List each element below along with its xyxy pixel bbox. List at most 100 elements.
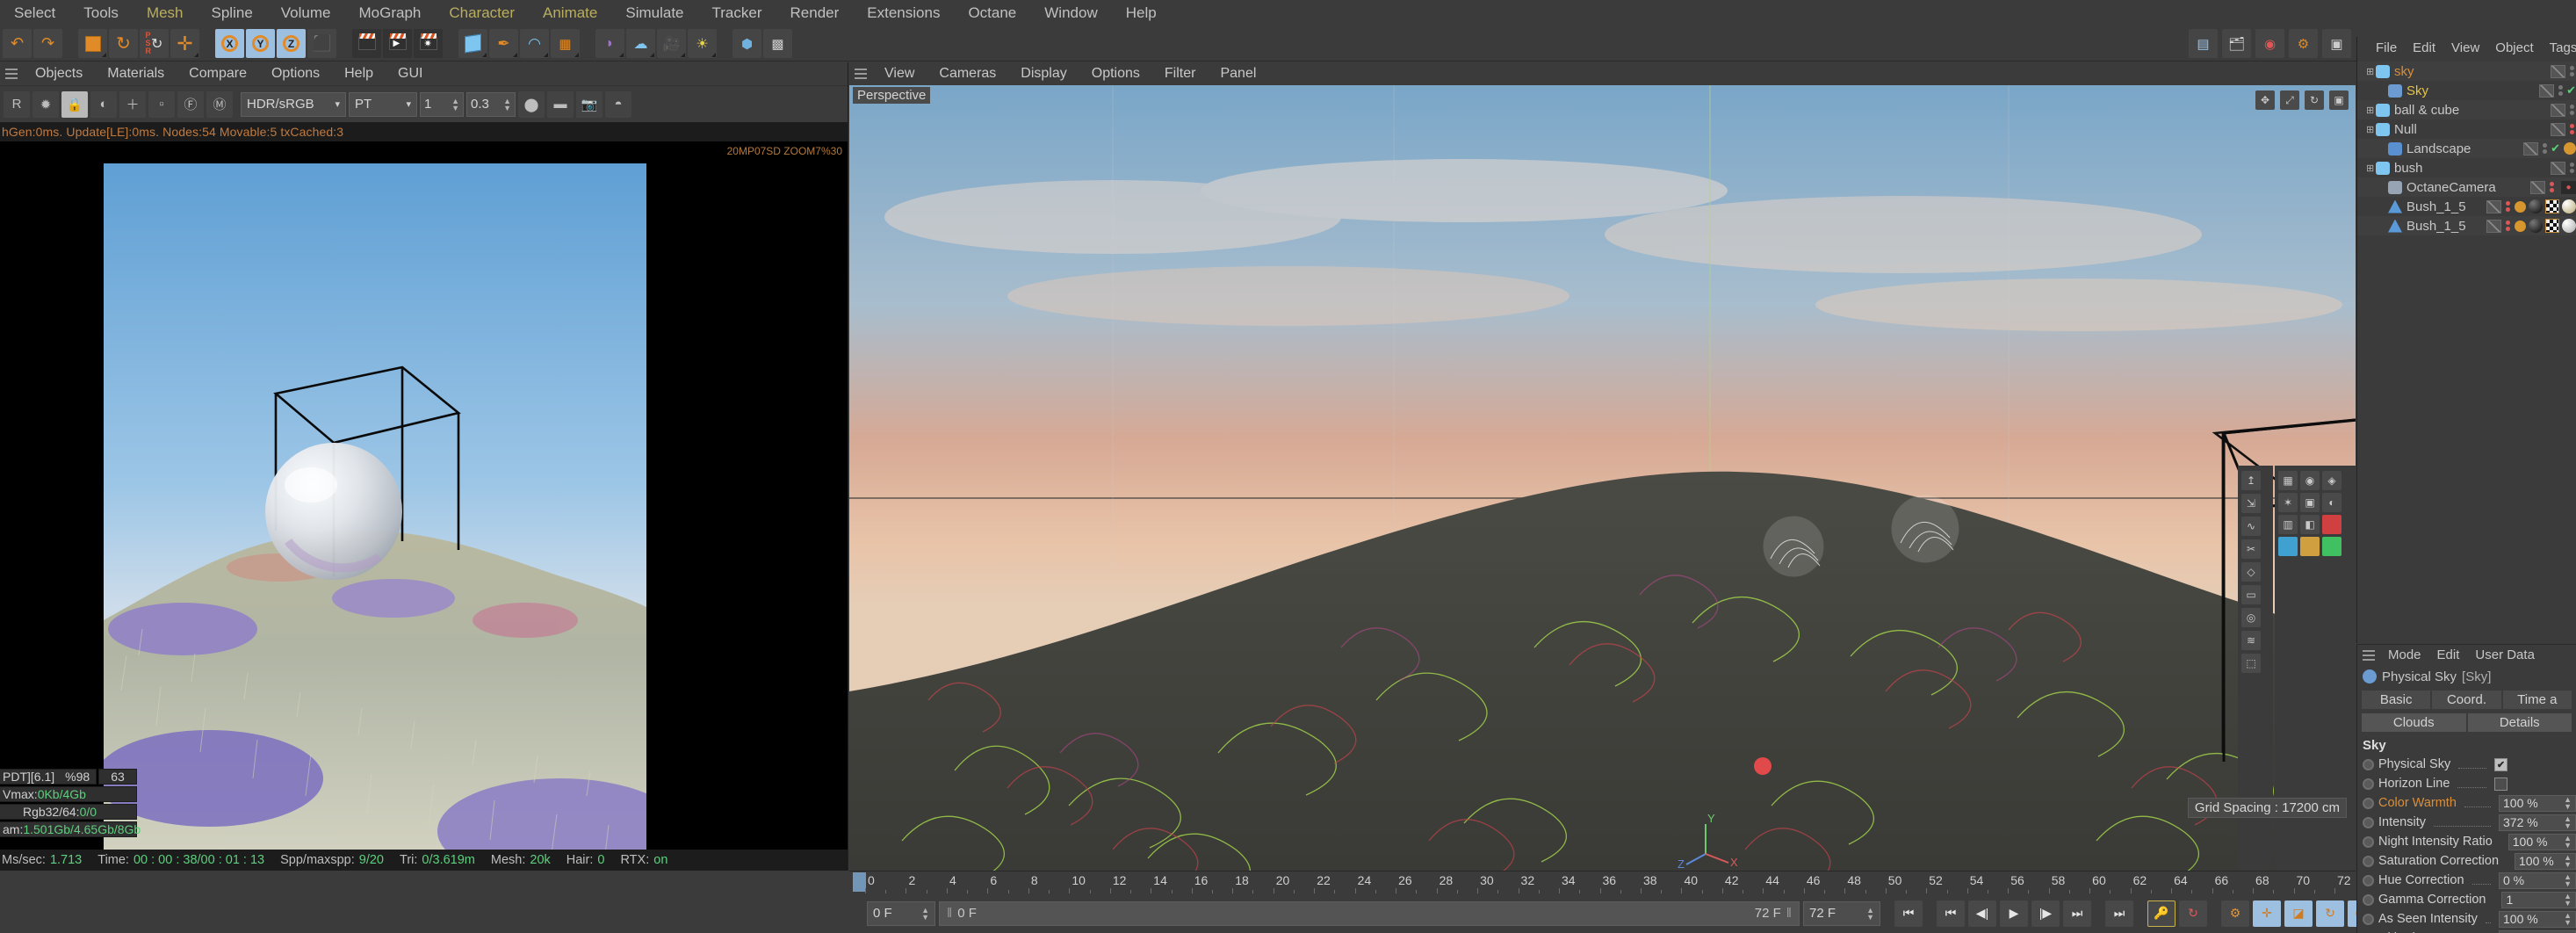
pv-menu-objects[interactable]: Objects: [23, 62, 95, 85]
tool-select-icon[interactable]: ⬚: [2241, 654, 2261, 673]
pv-menu-compare[interactable]: Compare: [177, 62, 259, 85]
visibility-dot[interactable]: [2506, 207, 2510, 212]
stepper-icon[interactable]: ▲▼: [2564, 912, 2572, 927]
tag-icon[interactable]: [2515, 200, 2526, 213]
property-value-field[interactable]: 100 % ▲ ▼: [2515, 852, 2576, 870]
visibility-dots[interactable]: [2557, 85, 2565, 96]
add-cube-icon[interactable]: [458, 29, 487, 58]
expand-toggle-icon[interactable]: ⊞: [2366, 66, 2376, 77]
visibility-dots[interactable]: [2568, 124, 2576, 134]
visibility-dot[interactable]: [2558, 85, 2564, 90]
stepper-icon[interactable]: ▲▼: [2564, 893, 2572, 908]
am-menu-edit[interactable]: Edit: [2429, 645, 2468, 666]
focus-pin-icon[interactable]: Ⓕ: [177, 90, 204, 118]
tool-flatten-icon[interactable]: ▭: [2241, 585, 2261, 604]
menu-item-octane[interactable]: Octane: [954, 0, 1030, 26]
visibility-dots[interactable]: [2548, 182, 2556, 192]
texture-checker-icon[interactable]: [2545, 199, 2559, 213]
property-radio[interactable]: [2363, 797, 2374, 809]
environment-icon[interactable]: ☁: [626, 29, 655, 58]
move-tool-icon[interactable]: ✛: [170, 29, 199, 58]
axis-z-icon[interactable]: Z: [277, 29, 306, 58]
visibility-dot[interactable]: [2570, 72, 2574, 76]
stepper-icon[interactable]: ▲▼: [2564, 835, 2572, 850]
key-rotation-button[interactable]: ↻: [2316, 900, 2344, 927]
menu-item-tracker[interactable]: Tracker: [698, 0, 776, 26]
egg-preview-icon[interactable]: ◓: [605, 90, 631, 118]
viewport-menu-view[interactable]: View: [872, 62, 927, 85]
om-menu-file[interactable]: File: [2368, 37, 2405, 60]
pv-menu-gui[interactable]: GUI: [386, 62, 435, 85]
material-ball-icon[interactable]: [2529, 219, 2543, 233]
property-value-field[interactable]: 100 % ▲ ▼: [2507, 833, 2576, 850]
attribute-tab-details[interactable]: Details: [2466, 712, 2572, 733]
visibility-dot[interactable]: [2570, 111, 2574, 115]
camera-preview-icon[interactable]: 📷: [576, 90, 603, 118]
palette-icon-5[interactable]: ▣: [2300, 493, 2320, 512]
layer-swatch-icon[interactable]: [2551, 103, 2565, 117]
redo-icon[interactable]: ↷: [33, 29, 62, 58]
property-radio[interactable]: [2363, 893, 2374, 906]
tool-knife-icon[interactable]: ✂: [2241, 539, 2261, 559]
tag-icon[interactable]: [2564, 142, 2576, 155]
keyframe-settings-button[interactable]: ⚙: [2221, 900, 2249, 927]
visibility-dot[interactable]: [2506, 221, 2510, 225]
end-frame-field[interactable]: 72 F ▲ ▼: [1803, 900, 1880, 926]
pv-menu-options[interactable]: Options: [259, 62, 332, 85]
live-selection-icon[interactable]: [78, 29, 107, 58]
timeline-playhead[interactable]: [853, 872, 866, 892]
stepper-icon[interactable]: ▲▼: [2564, 815, 2572, 830]
am-menu-mode[interactable]: Mode: [2380, 645, 2429, 666]
stepper-icon[interactable]: ▲▼: [2564, 854, 2572, 869]
rotate-icon[interactable]: ↻: [2305, 90, 2324, 110]
menu-item-simulate[interactable]: Simulate: [611, 0, 697, 26]
layer-swatch-icon[interactable]: [2486, 219, 2501, 233]
visibility-dot[interactable]: [2550, 188, 2554, 192]
om-menu-view[interactable]: View: [2443, 37, 2487, 60]
palette-icon-7[interactable]: ▥: [2278, 515, 2298, 534]
palette-icon-2[interactable]: ◉: [2300, 471, 2320, 490]
camera-icon[interactable]: 🎥: [657, 29, 686, 58]
nurbs-icon[interactable]: ◠: [520, 29, 549, 58]
object-row[interactable]: Bush_1_5: [2357, 197, 2576, 216]
attribute-tab-basic[interactable]: Basic: [2361, 690, 2432, 710]
menu-item-mograph[interactable]: MoGraph: [344, 0, 435, 26]
visibility-dots[interactable]: [2568, 105, 2576, 115]
gamma-field[interactable]: 0.3 ▲ ▼: [466, 91, 516, 117]
material-ball-icon-2[interactable]: [2562, 199, 2576, 213]
property-radio[interactable]: [2363, 874, 2374, 886]
menu-item-animate[interactable]: Animate: [529, 0, 611, 26]
octane-camera-tag-icon[interactable]: ●: [2561, 180, 2576, 194]
panel-menu-icon[interactable]: [849, 62, 872, 85]
tool-pinch-icon[interactable]: ◇: [2241, 562, 2261, 582]
menu-item-character[interactable]: Character: [435, 0, 529, 26]
menu-item-volume[interactable]: Volume: [267, 0, 345, 26]
render-settings-icon[interactable]: ✷: [414, 29, 443, 58]
render-canvas[interactable]: 20MP07SD ZOOM7%30 PDT][6.1] %98 63 Vmax:…: [0, 141, 848, 850]
tool-inflate-icon[interactable]: ◎: [2241, 608, 2261, 627]
array-icon[interactable]: ▦: [551, 29, 580, 58]
visibility-dots[interactable]: [2541, 143, 2549, 154]
expand-toggle-icon[interactable]: ⊞: [2366, 105, 2376, 116]
current-frame-field[interactable]: 0 F ▲ ▼: [867, 900, 935, 926]
content-browser-icon[interactable]: 🗂: [2222, 29, 2251, 58]
object-row[interactable]: Bush_1_5: [2357, 216, 2576, 235]
tool-pull-icon[interactable]: ↥: [2241, 471, 2261, 490]
object-row[interactable]: ⊞ bush: [2357, 158, 2576, 177]
layer-swatch-icon[interactable]: [2539, 83, 2555, 98]
layer-swatch-icon[interactable]: [2486, 199, 2501, 213]
panel-menu-icon[interactable]: [0, 62, 23, 85]
panel-menu-icon[interactable]: [2357, 645, 2380, 666]
om-menu-edit[interactable]: Edit: [2405, 37, 2443, 60]
visibility-dot[interactable]: [2570, 169, 2574, 173]
property-radio[interactable]: [2363, 778, 2374, 790]
object-row[interactable]: ⊞ Null: [2357, 119, 2576, 139]
viewport-canvas[interactable]: Y X Z Grid Spacing : 17200 cm ✥ ⤢ ↻ ▣: [849, 85, 2356, 871]
octane-render-icon[interactable]: ▣: [2322, 29, 2351, 58]
undo-icon[interactable]: ↶: [3, 29, 32, 58]
axis-y-icon[interactable]: Y: [246, 29, 275, 58]
am-menu-user-data[interactable]: User Data: [2467, 645, 2543, 666]
next-key-button[interactable]: ⏭: [2063, 900, 2091, 927]
add-icon[interactable]: ＋: [119, 90, 146, 118]
menu-item-select[interactable]: Select: [0, 0, 69, 26]
